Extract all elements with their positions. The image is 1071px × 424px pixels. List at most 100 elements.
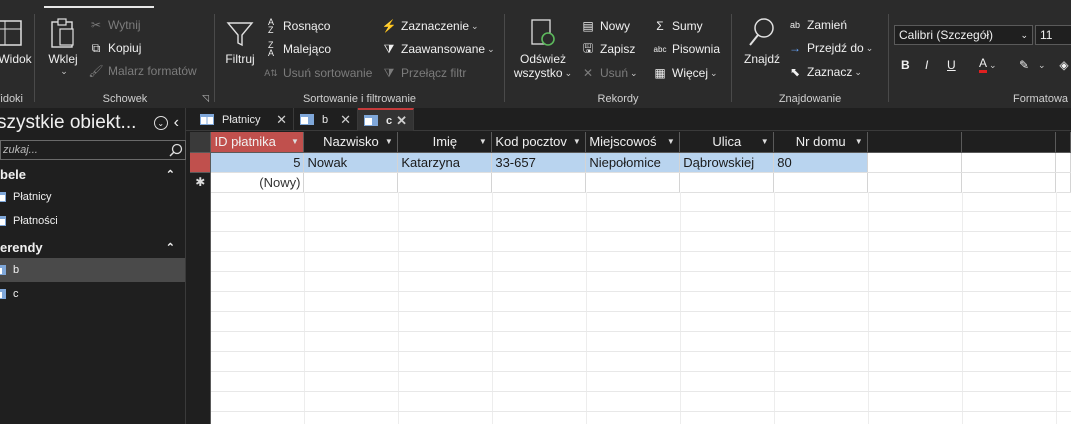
view-icon [0, 16, 25, 50]
select-button[interactable]: ⬉ Zaznacz ⌄ [786, 61, 862, 83]
underline-button[interactable]: U [947, 54, 956, 76]
close-icon[interactable]: ✕ [396, 113, 407, 129]
totals-label: Sumy [672, 19, 703, 33]
replace-button[interactable]: ab Zamień [786, 14, 847, 36]
cell-ulica[interactable]: Dąbrowskiej [679, 152, 775, 173]
paste-dropdown-icon[interactable]: ⌄ [60, 66, 68, 77]
empty-cell[interactable] [303, 172, 399, 193]
empty-cell[interactable] [397, 172, 493, 193]
column-header-miejscowosc[interactable]: Miejscowoś ▼ [585, 132, 681, 153]
cell-nazwisko[interactable]: Nowak [303, 152, 399, 173]
cell-imie[interactable]: Katarzyna [397, 152, 493, 173]
italic-button[interactable]: I [925, 54, 928, 76]
new-row-id-cell[interactable]: (Nowy) [210, 172, 305, 193]
fill-color-button[interactable]: ◈ [1055, 54, 1071, 76]
chevron-down-icon[interactable]: ▼ [665, 135, 676, 148]
nav-item-platnicy[interactable]: Płatnicy [0, 185, 185, 209]
refresh-all-button[interactable]: Odśwież wszystko ⌄ [511, 16, 575, 80]
totals-button[interactable]: Σ Sumy [651, 15, 703, 37]
column-header-nr-domu[interactable]: Nr domu ▼ [773, 132, 869, 153]
nav-section-queries[interactable]: erendy ⌃ [0, 236, 185, 258]
column-header-empty[interactable] [961, 132, 1056, 153]
new-record-row[interactable]: ✱ (Nowy) [190, 172, 1071, 193]
delete-icon: ✕ [582, 66, 594, 80]
close-icon[interactable]: ✕ [340, 112, 351, 128]
goto-button[interactable]: → Przejdź do ⌄ [786, 37, 873, 59]
cell-nr-domu[interactable]: 80 [773, 152, 869, 173]
dialog-launcher-icon[interactable]: ◹ [202, 93, 209, 104]
chevron-down-icon[interactable]: ▼ [383, 135, 394, 148]
chevron-up-icon[interactable]: ⌃ [166, 241, 175, 254]
column-header-empty[interactable] [867, 132, 963, 153]
doc-tab-c[interactable]: c ✕ [358, 108, 414, 131]
column-header-label: Nazwisko [323, 134, 379, 150]
empty-cell[interactable] [679, 172, 775, 193]
highlight-button[interactable]: ✎ ⌄ [1015, 54, 1046, 76]
row-selector[interactable] [190, 152, 212, 173]
sort-ascending-button[interactable]: A Z Rosnąco [262, 15, 330, 37]
sort-descending-button[interactable]: Z A Malejąco [262, 38, 331, 60]
nav-menu-chevron-icon[interactable]: ⌄ [153, 116, 168, 130]
chevron-down-icon[interactable]: ▼ [571, 135, 582, 148]
font-color-button[interactable]: A ⌄ [979, 54, 997, 76]
font-name-select[interactable]: Calibri (Szczegół) ⌄ [894, 25, 1033, 45]
nav-section-tables[interactable]: bele ⌃ [0, 163, 185, 185]
nav-item-b[interactable]: b [0, 258, 185, 282]
remove-sort-icon: A⇅ [264, 67, 278, 78]
selection-button[interactable]: ⚡ Zaznaczenie ⌄ [380, 15, 479, 37]
chevron-down-icon[interactable]: ▼ [289, 135, 300, 148]
cell-miejscowosc[interactable]: Niepołomice [585, 152, 681, 173]
spelling-button[interactable]: abc Pisownia [651, 38, 720, 60]
format-painter-button[interactable]: 🖌 Malarz formatów [87, 60, 196, 82]
table-row[interactable]: 5 Nowak Katarzyna 33-657 Niepołomice Dąb… [190, 152, 1071, 173]
view-button[interactable]: Widok [0, 16, 34, 66]
chevron-down-icon[interactable]: ▼ [759, 135, 770, 148]
cut-button[interactable]: ✂ Wytnij [87, 14, 141, 36]
paste-button[interactable]: Wklej ⌄ [45, 16, 81, 77]
chevron-down-icon[interactable]: ▼ [853, 135, 864, 148]
close-icon[interactable]: ✕ [276, 112, 287, 128]
search-icon[interactable] [167, 141, 185, 159]
column-header-empty[interactable] [1055, 132, 1071, 153]
table-icon: ▦ [654, 66, 666, 80]
empty-cell[interactable] [585, 172, 681, 193]
doc-tab-b[interactable]: b ✕ [294, 108, 358, 131]
column-header-id[interactable]: ID płatnika ▼ [210, 132, 305, 153]
column-header-nazwisko[interactable]: Nazwisko ▼ [303, 132, 399, 153]
empty-cell[interactable] [773, 172, 869, 193]
cut-label: Wytnij [108, 18, 141, 32]
bold-button[interactable]: B [901, 54, 910, 76]
nav-title[interactable]: szystkie obiekt... [0, 112, 136, 134]
empty-cell[interactable] [491, 172, 587, 193]
new-record-button[interactable]: ▤ Nowy [579, 15, 630, 37]
nav-item-c[interactable]: c [0, 282, 185, 306]
column-header-imie[interactable]: Imię ▼ [397, 132, 493, 153]
doc-tab-platnicy[interactable]: Płatnicy ✕ [194, 108, 294, 131]
column-header-ulica[interactable]: Ulica ▼ [679, 132, 775, 153]
delete-button[interactable]: ✕ Usuń ⌄ [579, 62, 638, 84]
nav-item-platnosci[interactable]: Płatności [0, 209, 185, 233]
toggle-filter-button[interactable]: ⧩ Przełącz filtr [380, 62, 467, 84]
new-record-icon: ▤ [582, 19, 594, 33]
save-button[interactable]: 🖫 Zapisz [579, 38, 635, 60]
chevron-down-icon[interactable]: ▼ [477, 135, 488, 148]
font-size-select[interactable]: 11 [1035, 25, 1071, 45]
new-row-marker-icon[interactable]: ✱ [190, 172, 212, 193]
filter-button[interactable]: Filtruj [223, 16, 257, 66]
ribbon-tab-active[interactable] [44, 0, 154, 8]
copy-button[interactable]: ⧉ Kopiuj [87, 37, 142, 59]
select-all-corner[interactable] [190, 132, 212, 153]
advanced-filter-button[interactable]: ⧩ Zaawansowane ⌄ [380, 38, 495, 60]
find-button[interactable]: Znajdź [742, 16, 782, 66]
nav-search-field[interactable]: zukaj... [0, 140, 186, 160]
column-header-kod[interactable]: Kod pocztov ▼ [491, 132, 587, 153]
remove-sort-button[interactable]: A⇅ Usuń sortowanie [262, 62, 372, 84]
chevron-up-icon[interactable]: ⌃ [166, 168, 175, 181]
copy-label: Kopiuj [108, 41, 142, 55]
more-button[interactable]: ▦ Więcej ⌄ [651, 62, 717, 84]
cell-kod[interactable]: 33-657 [491, 152, 587, 173]
collapse-pane-icon[interactable]: ‹ [174, 114, 179, 132]
doc-tab-label: c [386, 114, 393, 127]
cell-id[interactable]: 5 [210, 152, 305, 173]
brush-icon: 🖌 [88, 64, 104, 78]
